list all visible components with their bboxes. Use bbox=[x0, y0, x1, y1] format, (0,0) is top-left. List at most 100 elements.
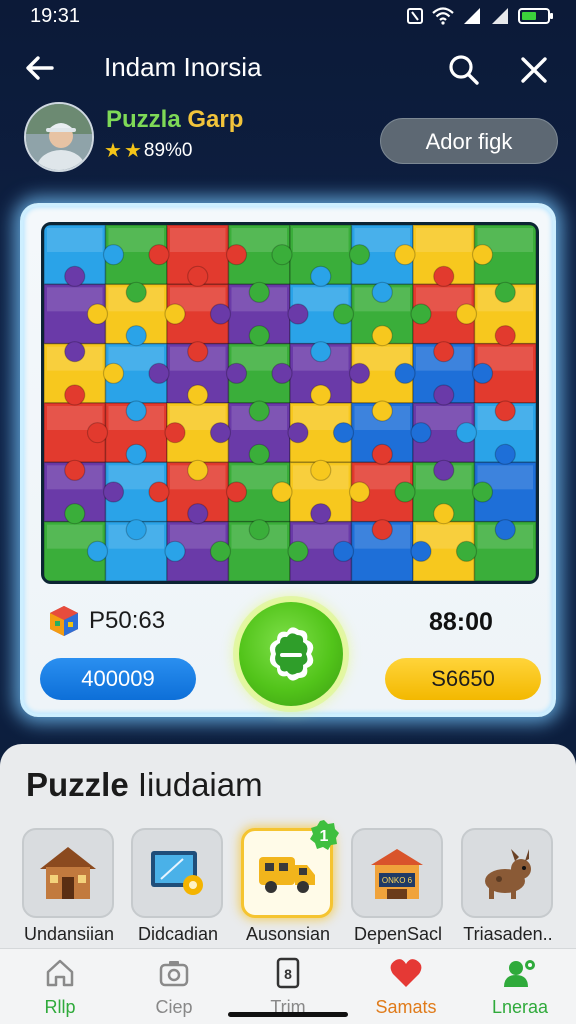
puzzle-knob bbox=[164, 422, 186, 444]
close-icon bbox=[521, 57, 547, 83]
puzzle-knob bbox=[471, 481, 494, 503]
heart-icon bbox=[356, 957, 456, 989]
player-action-button[interactable]: Ador figk bbox=[380, 118, 558, 164]
puzzle-knob bbox=[394, 481, 416, 503]
puzzle-knob bbox=[410, 303, 432, 325]
level-label: Didcadian bbox=[137, 924, 219, 944]
puzzle-knob bbox=[494, 281, 516, 303]
jigsaw-puzzle[interactable] bbox=[44, 225, 536, 581]
puzzle-knob bbox=[332, 303, 355, 325]
puzzle-knob bbox=[125, 325, 147, 347]
puzzle-knob bbox=[187, 341, 209, 363]
level-item-4[interactable]: ONKO 6 DepenSacl bbox=[351, 828, 445, 945]
search-button[interactable] bbox=[446, 52, 482, 88]
piece-highlight bbox=[47, 228, 103, 252]
puzzle-knob bbox=[371, 519, 393, 541]
player-name-part2: Garp bbox=[187, 106, 244, 133]
timer-value: 88:00 bbox=[429, 608, 493, 636]
nav-item-camera[interactable]: Ciep bbox=[124, 957, 224, 1018]
play-button[interactable] bbox=[239, 602, 343, 706]
puzzle-knob bbox=[148, 362, 170, 384]
nav-label: Lneraa bbox=[491, 997, 549, 1017]
back-button[interactable] bbox=[22, 50, 58, 86]
house-icon bbox=[40, 847, 96, 899]
puzzle-knob bbox=[310, 265, 332, 287]
puzzle-knob bbox=[64, 384, 86, 406]
puzzle-knob bbox=[125, 443, 147, 465]
puzzle-knob bbox=[271, 244, 293, 266]
level-label: Triasaden.. bbox=[463, 924, 553, 944]
truck-icon bbox=[259, 857, 315, 893]
puzzle-knob bbox=[271, 362, 293, 384]
puzzle-piece-icon bbox=[269, 627, 314, 681]
coins-button[interactable]: S6650 bbox=[385, 658, 541, 700]
signal-icon bbox=[462, 7, 482, 25]
game-card: P50:63 88:00 400009 S6650 bbox=[20, 203, 556, 717]
puzzle-knob bbox=[187, 384, 209, 406]
sheet-title-rest: Iiudaiam bbox=[137, 766, 263, 803]
player-rating: ★ ★ 89%0 bbox=[104, 138, 192, 163]
level-item-2[interactable]: Didcadian bbox=[131, 828, 225, 945]
puzzle-knob bbox=[248, 400, 270, 422]
signal-2-icon bbox=[490, 7, 510, 25]
puzzle-knob bbox=[125, 400, 147, 422]
puzzle-knob bbox=[248, 443, 270, 465]
puzzle-knob bbox=[433, 265, 455, 287]
shop-sign: ONKO 6 bbox=[382, 876, 413, 885]
home-indicator[interactable] bbox=[228, 1012, 348, 1017]
puzzle-knob bbox=[209, 540, 232, 562]
nav-item-favorites[interactable]: Samats bbox=[356, 957, 456, 1018]
level-item-1[interactable]: Undansiian bbox=[22, 828, 116, 945]
puzzle-knob bbox=[187, 503, 209, 525]
puzzle-knob bbox=[494, 325, 516, 347]
star-icon: ★ bbox=[123, 140, 142, 162]
picture-frame-icon bbox=[151, 851, 203, 895]
puzzle-knob bbox=[348, 244, 371, 266]
puzzle-knob bbox=[225, 362, 248, 384]
puzzle-knob bbox=[455, 422, 478, 444]
level-tile[interactable] bbox=[461, 828, 553, 918]
puzzle-knob bbox=[410, 540, 432, 562]
page-title: Indam Inorsia bbox=[104, 52, 262, 82]
sheet-title-bold: Puzzle bbox=[26, 766, 129, 803]
user-add-icon bbox=[470, 957, 570, 989]
puzzle-knob bbox=[394, 244, 416, 266]
level-tile[interactable] bbox=[131, 828, 223, 918]
puzzle-board[interactable] bbox=[41, 222, 539, 584]
level-item-3[interactable]: 1 Ausonsian bbox=[241, 820, 339, 945]
puzzle-knob bbox=[102, 362, 125, 384]
search-icon bbox=[449, 55, 479, 85]
puzzle-knob bbox=[225, 481, 248, 503]
nav-item-friends[interactable]: Lneraa bbox=[470, 957, 570, 1018]
nav-label: Ciep bbox=[155, 997, 193, 1017]
moves-stat: P50:63 bbox=[47, 604, 165, 638]
puzzle-knob bbox=[86, 303, 109, 325]
puzzle-knob bbox=[248, 281, 270, 303]
puzzle-knob bbox=[348, 481, 371, 503]
piece-highlight bbox=[293, 228, 349, 252]
avatar-image bbox=[26, 104, 92, 170]
puzzle-knob bbox=[348, 362, 371, 384]
level-tile-active[interactable]: 1 bbox=[241, 820, 339, 918]
avatar[interactable] bbox=[24, 102, 94, 172]
puzzle-knob bbox=[494, 400, 516, 422]
nav-item-home[interactable]: Rllp bbox=[10, 957, 110, 1018]
puzzle-knob bbox=[471, 362, 494, 384]
puzzle-knob bbox=[148, 481, 170, 503]
level-label: DepenSacl bbox=[353, 924, 443, 944]
nav-item-trim[interactable]: 8 Trim bbox=[238, 957, 338, 1018]
level-label: Undansiian bbox=[23, 924, 115, 944]
score-button[interactable]: 400009 bbox=[40, 658, 196, 700]
puzzle-knob bbox=[64, 265, 86, 287]
close-button[interactable] bbox=[516, 52, 552, 88]
puzzle-knob bbox=[271, 481, 293, 503]
camera-icon bbox=[124, 957, 224, 989]
level-tile[interactable] bbox=[22, 828, 114, 918]
puzzle-knob bbox=[225, 244, 248, 266]
level-tile[interactable]: ONKO 6 bbox=[351, 828, 443, 918]
puzzle-knob bbox=[287, 303, 309, 325]
level-item-5[interactable]: Triasaden.. bbox=[461, 828, 555, 945]
phone-8-icon: 8 bbox=[238, 957, 338, 989]
puzzle-knob bbox=[64, 341, 86, 363]
puzzle-knob bbox=[410, 422, 432, 444]
